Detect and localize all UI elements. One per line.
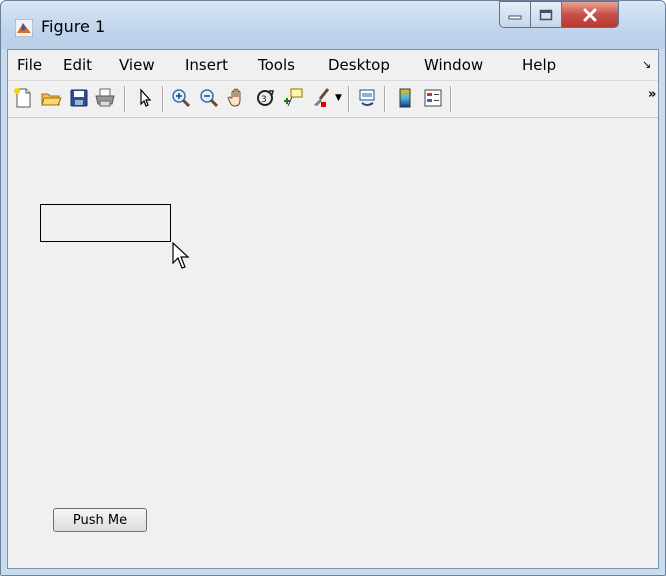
open-file-icon[interactable] [40,87,62,109]
toolbar-separator [124,86,126,112]
insert-colorbar-icon[interactable] [394,87,416,109]
toolbar-separator [384,86,386,112]
menu-bar: File Edit View Insert Tools Desktop Wind… [8,50,658,81]
edit-plot-arrow-icon[interactable] [134,87,156,109]
menu-insert[interactable]: Insert [185,56,228,74]
print-figure-icon[interactable] [94,87,116,109]
push-me-button[interactable]: Push Me [53,508,147,532]
brush-data-icon[interactable] [310,87,332,109]
insert-legend-icon[interactable] [422,87,444,109]
menu-window[interactable]: Window [424,56,483,74]
matlab-app-icon [15,19,33,37]
menu-edit[interactable]: Edit [63,56,92,74]
menu-file[interactable]: File [17,56,42,74]
figure-client-area: File Edit View Insert Tools Desktop Wind… [7,49,659,569]
toolbar-separator [162,86,164,112]
mouse-pointer-icon [172,242,190,269]
figure-window: Figure 1 File Edit View Insert Tools Des… [0,0,666,576]
zoom-in-icon[interactable] [170,87,192,109]
rotate-3d-icon[interactable]: 3 [254,87,276,109]
close-button[interactable] [561,1,619,28]
pan-hand-icon[interactable] [226,87,248,109]
maximize-icon [539,9,553,20]
toolbar-separator [450,86,452,112]
selection-rectangle [40,204,171,242]
minimize-button[interactable] [499,1,531,28]
menu-tools[interactable]: Tools [258,56,295,74]
title-bar[interactable]: Figure 1 [1,1,665,49]
figure-canvas[interactable]: Push Me [8,118,658,568]
figure-toolbar: 3 ▼ » [8,81,658,118]
save-figure-icon[interactable] [68,87,90,109]
svg-text:3: 3 [261,95,267,105]
minimize-icon [508,15,522,19]
window-title: Figure 1 [41,17,106,36]
menu-help[interactable]: Help [522,56,556,74]
menu-desktop[interactable]: Desktop [328,56,390,74]
close-icon [583,8,597,21]
new-figure-icon[interactable] [12,87,34,109]
menu-view[interactable]: View [119,56,155,74]
brush-dropdown-icon[interactable]: ▼ [335,93,342,103]
link-plot-icon[interactable] [356,87,378,109]
maximize-button[interactable] [530,1,562,28]
zoom-out-icon[interactable] [198,87,220,109]
menu-overflow-icon[interactable]: ↘ [642,58,651,71]
toolbar-separator [348,86,350,112]
data-cursor-icon[interactable] [282,87,304,109]
toolbar-overflow-icon[interactable]: » [648,87,656,102]
